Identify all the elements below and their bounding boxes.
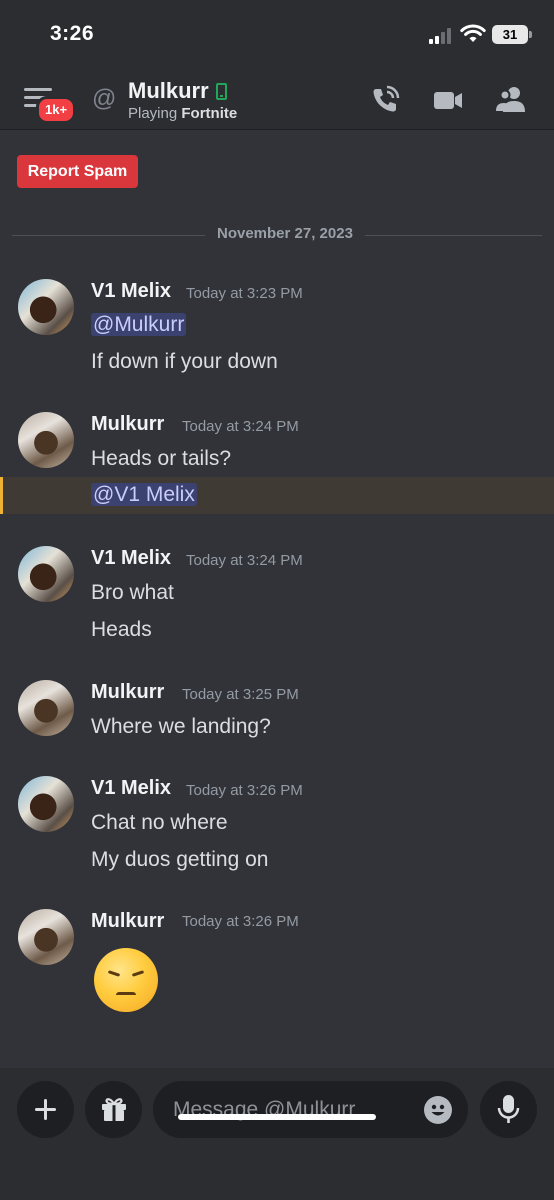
message-composer (0, 1068, 554, 1200)
date-divider-label: November 27, 2023 (205, 225, 365, 242)
mobile-status-icon (216, 83, 227, 100)
phone-call-icon[interactable] (369, 84, 401, 116)
plus-icon (35, 1099, 56, 1120)
disappointed-face-emoji (94, 948, 158, 1012)
message-text: Bro what (91, 581, 174, 604)
message-timestamp: Today at 3:25 PM (182, 686, 299, 703)
avatar[interactable] (18, 546, 74, 602)
message-timestamp: Today at 3:26 PM (182, 913, 299, 930)
message-text: My duos getting on (91, 848, 269, 871)
message-input[interactable] (153, 1081, 468, 1138)
video-camera-icon[interactable] (432, 84, 464, 116)
user-mention[interactable]: @V1 Melix (91, 483, 197, 506)
emoji-picker-button[interactable] (424, 1096, 452, 1124)
avatar[interactable] (18, 909, 74, 965)
microphone-icon (497, 1095, 520, 1123)
home-indicator[interactable] (178, 1114, 376, 1120)
mention-highlight (0, 477, 554, 514)
emoji-icon (431, 1104, 445, 1116)
battery-indicator: 31 (492, 25, 528, 44)
avatar[interactable] (18, 412, 74, 468)
avatar[interactable] (18, 279, 74, 335)
report-spam-button[interactable]: Report Spam (17, 155, 138, 188)
message-timestamp: Today at 3:24 PM (182, 418, 299, 435)
message-text: Chat no where (91, 811, 228, 834)
dm-recipient-name[interactable]: Mulkurr (128, 78, 209, 104)
user-mention[interactable]: @Mulkurr (91, 313, 187, 336)
message-author[interactable]: V1 Melix (91, 777, 171, 800)
members-icon[interactable] (495, 84, 527, 116)
message-author[interactable]: Mulkurr (91, 681, 164, 704)
avatar[interactable] (18, 680, 74, 736)
notification-badge: 1k+ (36, 96, 77, 124)
message-timestamp: Today at 3:24 PM (186, 552, 303, 569)
at-icon: @ (92, 85, 117, 112)
status-bar: 3:26 31 (0, 0, 554, 70)
battery-tip (529, 31, 532, 38)
dm-header: 1k+ @ Mulkurr Playing Fortnite (0, 70, 554, 130)
message-text: @Mulkurr (91, 313, 187, 337)
add-attachment-button[interactable] (17, 1081, 74, 1138)
status-time: 3:26 (50, 22, 95, 45)
dm-activity-status: Playing Fortnite (128, 105, 238, 122)
wifi-icon (460, 24, 486, 42)
message-text: @V1 Melix (91, 483, 197, 507)
message-text: Where we landing? (91, 715, 271, 738)
avatar[interactable] (18, 776, 74, 832)
voice-message-button[interactable] (480, 1081, 537, 1138)
message-text: Heads (91, 618, 152, 641)
message-text: Heads or tails? (91, 447, 232, 470)
gift-button[interactable] (85, 1081, 142, 1138)
message-text: If down if your down (91, 350, 278, 373)
message-author[interactable]: Mulkurr (91, 413, 164, 436)
message-author[interactable]: V1 Melix (91, 547, 171, 570)
gift-icon (102, 1098, 126, 1121)
message-author[interactable]: Mulkurr (91, 910, 164, 933)
message-timestamp: Today at 3:23 PM (186, 285, 303, 302)
date-divider: November 27, 2023 (12, 224, 542, 246)
message-author[interactable]: V1 Melix (91, 280, 171, 303)
menu-button[interactable]: 1k+ (24, 86, 77, 124)
message-timestamp: Today at 3:26 PM (186, 782, 303, 799)
cellular-signal-icon (429, 28, 455, 44)
